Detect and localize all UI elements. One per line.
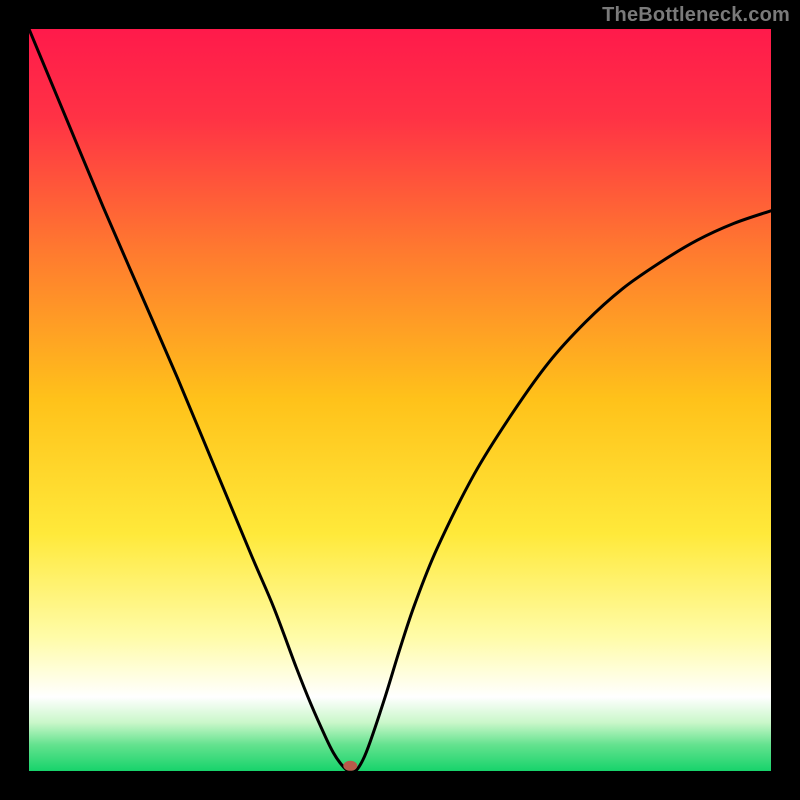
optimum-marker bbox=[343, 761, 357, 771]
chart-frame: TheBottleneck.com bbox=[0, 0, 800, 800]
watermark-text: TheBottleneck.com bbox=[602, 4, 790, 27]
gradient-background bbox=[29, 29, 771, 771]
plot-svg bbox=[29, 29, 771, 771]
plot-area bbox=[29, 29, 771, 771]
